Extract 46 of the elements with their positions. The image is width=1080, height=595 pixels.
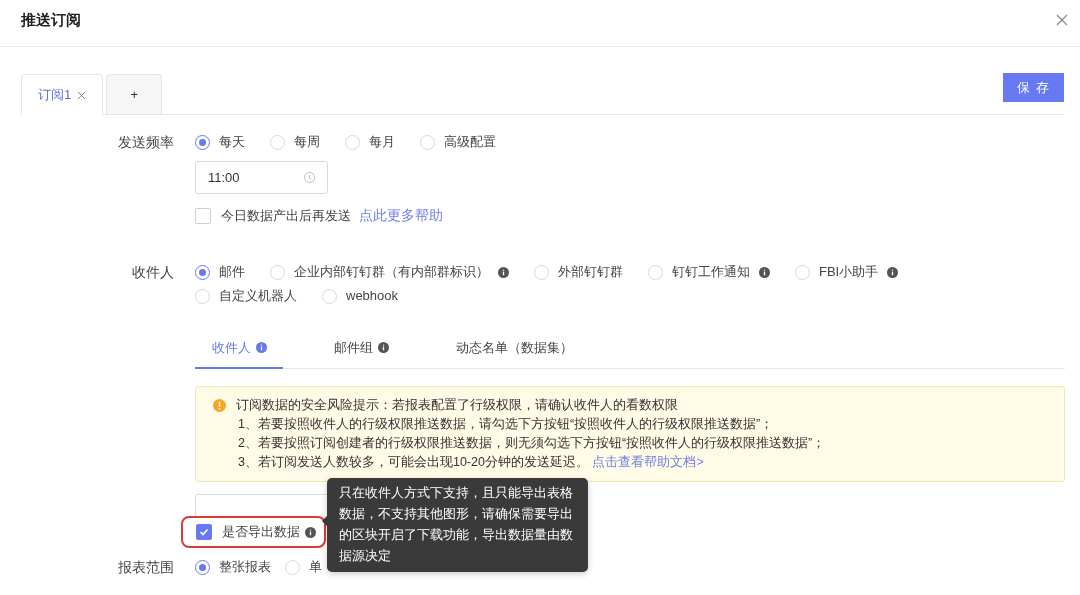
info-icon [305, 526, 316, 538]
radio-option[interactable]: 每周 [270, 132, 320, 152]
radio-option[interactable]: webhook [322, 286, 399, 306]
radio-option[interactable]: 邮件 [195, 262, 245, 282]
warning-text: 2、若要按照订阅创建者的行级权限推送数据，则无须勾选下方按钮“按照收件人的行级权限推送数据”； [237, 435, 826, 452]
time-field[interactable]: 11:00 [195, 161, 328, 194]
radio-option[interactable]: 外部钉钉群 [534, 262, 623, 282]
warning-title: 订阅数据的安全风险提示：若报表配置了行级权限，请确认收件人的看数权限 [236, 397, 679, 414]
radio-option[interactable]: 每月 [345, 132, 395, 152]
checkbox-label: 是否导出数据 [222, 523, 300, 541]
info-icon [498, 266, 509, 278]
field-label: 报表范围 [117, 558, 174, 577]
radio-option[interactable]: 单 [285, 557, 322, 577]
warning-text: 3、若订阅发送人数较多，可能会出现10-20分钟的发送延迟。 点击查看帮助文档> [237, 454, 705, 471]
warning-text: 1、若要按照收件人的行级权限推送数据，请勾选下方按钮“按照收件人的行级权限推送数据”； [237, 416, 775, 433]
info-icon [256, 342, 267, 353]
tab[interactable]: + [106, 74, 163, 114]
info-icon [378, 342, 389, 353]
info-icon [887, 266, 899, 278]
tab[interactable]: 订阅1 [21, 74, 104, 115]
info-icon [759, 266, 770, 278]
help-link[interactable]: 点此更多帮助 [359, 207, 443, 225]
checkbox-label: 今日数据产出后再发送 [221, 207, 351, 225]
dialog-title: 推送订阅 [21, 10, 81, 30]
radio-option[interactable]: 高级配置 [420, 132, 496, 152]
close-icon[interactable] [1056, 14, 1068, 26]
radio-option[interactable]: 整张报表 [195, 557, 271, 577]
tooltip: 只在收件人方式下支持，且只能导出表格数据，不支持其他图形，请确保需要导出的区块开启了下载功能，导出数据量由数据源决定 [327, 478, 588, 572]
check-icon [198, 526, 210, 538]
radio-option[interactable]: 钉钉工作通知 [648, 262, 770, 282]
radio-option[interactable]: FBI小助手 [795, 262, 899, 282]
tab[interactable]: 邮件组 [317, 332, 405, 369]
radio-option[interactable]: 每天 [195, 132, 245, 152]
radio-option[interactable]: 企业内部钉钉群（有内部群标识） [270, 262, 509, 282]
field-label: 收件人 [131, 263, 174, 282]
close-icon[interactable] [77, 90, 87, 100]
clock-icon [303, 171, 316, 184]
checkbox[interactable] [196, 524, 212, 540]
save-button[interactable]: 保 存 [1003, 73, 1064, 102]
tab[interactable]: 动态名单（数据集） [439, 332, 589, 369]
checkbox[interactable] [195, 208, 211, 224]
tab[interactable]: 收件人 [195, 332, 283, 369]
warning-icon [213, 399, 226, 412]
radio-option[interactable]: 自定义机器人 [195, 286, 297, 306]
help-doc-link[interactable]: 点击查看帮助文档> [592, 455, 704, 469]
field-label: 发送频率 [117, 133, 174, 152]
